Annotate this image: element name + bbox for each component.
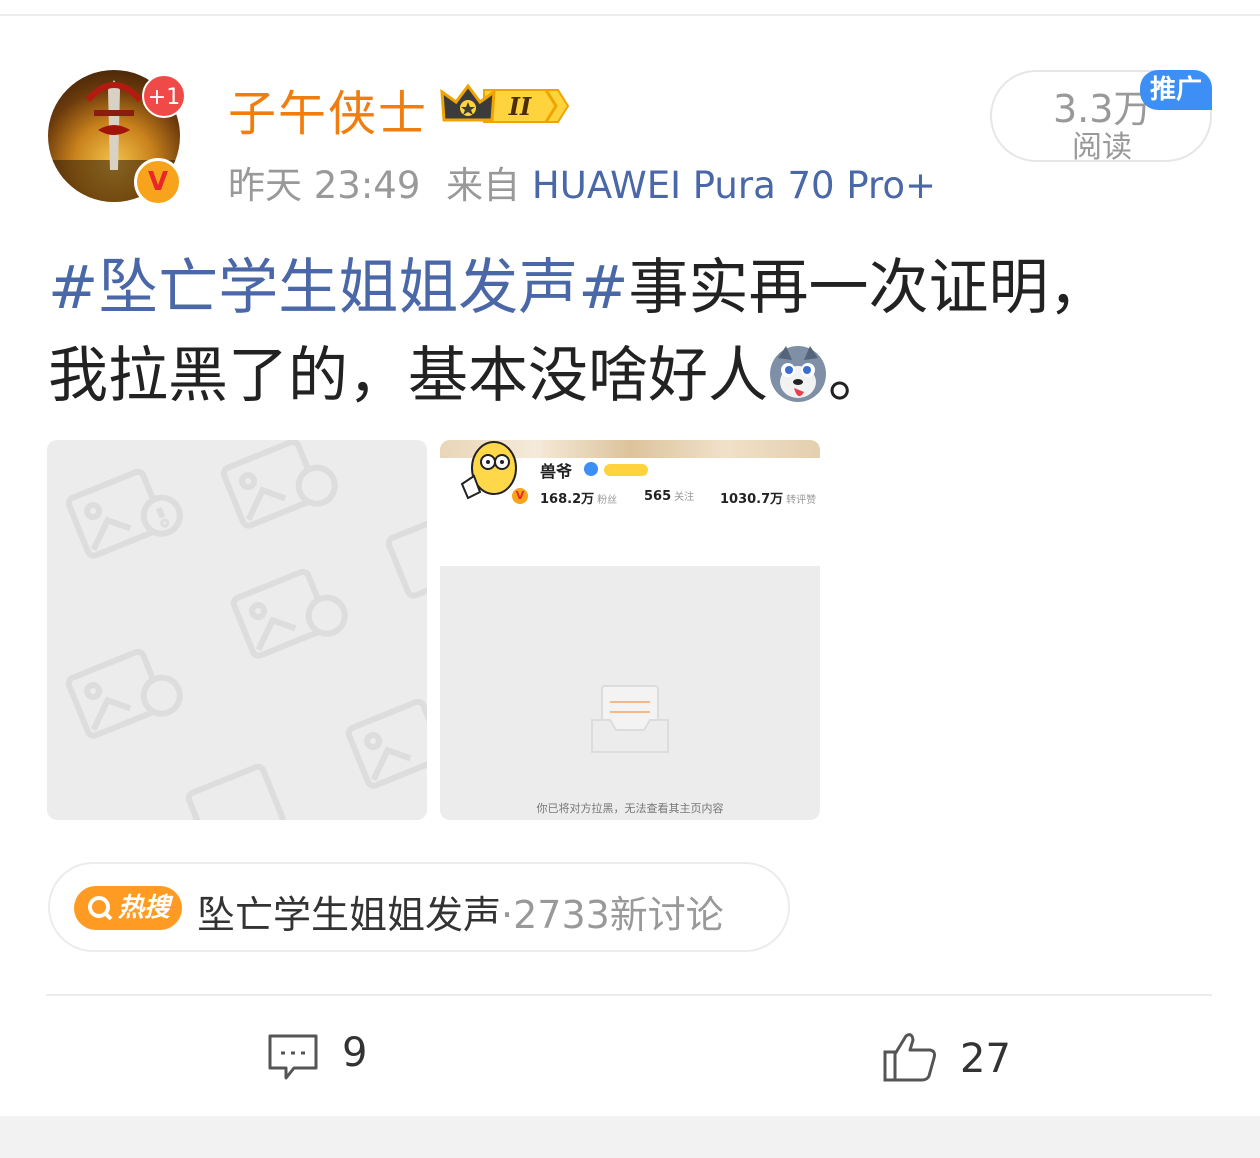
profile-vip-badge (604, 464, 648, 476)
empty-inbox-icon (591, 685, 669, 753)
profile-stat-followers: 168.2万 粉丝 (540, 492, 618, 507)
author-name[interactable]: 子午侠士 (228, 74, 428, 144)
hot-search-topic[interactable]: 坠亡学生姐姐发声·2733新讨论 (197, 884, 724, 939)
blocked-message: 你已将对方拉黑，无法查看其主页内容 (536, 802, 724, 815)
verified-badge-label: V (142, 166, 174, 198)
image-load-failed-icon (65, 440, 427, 820)
profile-stat-interactions: 1030.7万 转评赞 (720, 492, 817, 507)
hot-search-label: 热搜 (118, 893, 171, 923)
profile-verified-badge: V (510, 486, 530, 506)
post-end: 。 (828, 341, 888, 411)
promo-tag: 推广 (1140, 70, 1212, 110)
read-label: 阅读 (1072, 130, 1132, 165)
post-time: 昨天 23:49 (228, 164, 421, 207)
bottom-gap (0, 1116, 1260, 1158)
profile-header: V 兽爷 168.2万 粉丝 565 关注 1030.7万 转评赞 (440, 440, 820, 566)
post-meta: 昨天 23:49 来自 HUAWEI Pura 70 Pro+ (228, 155, 936, 209)
thumbs-up-icon[interactable] (882, 1030, 938, 1084)
hot-search-title: 坠亡学生姐姐发声 (197, 893, 502, 937)
level-label: II (508, 92, 532, 121)
hot-search-badge: 热搜 (74, 886, 182, 930)
action-divider (46, 994, 1212, 996)
profile-name: 兽爷 (540, 462, 573, 481)
husky-emoji-icon (770, 346, 826, 402)
post-image-1[interactable] (47, 440, 427, 820)
comment-icon[interactable] (266, 1032, 320, 1082)
profile-stat-following: 565 关注 (644, 489, 695, 504)
hot-search-count: ·2733新讨论 (501, 893, 724, 937)
source-prefix: 来自 (446, 164, 521, 207)
profile-verified-dot (584, 462, 598, 476)
top-divider (0, 14, 1260, 16)
crown-level-badge[interactable]: II (440, 82, 570, 130)
post-text: #坠亡学生姐姐发声#事实再一次证明，我拉黑了的，基本没啥好人 。 (48, 244, 1168, 420)
source-device[interactable]: HUAWEI Pura 70 Pro+ (532, 164, 936, 207)
post-image-2[interactable]: V 兽爷 168.2万 粉丝 565 关注 1030.7万 转评赞 你已将对方拉黑，无… (440, 440, 820, 820)
verified-badge: V (134, 158, 182, 206)
like-count[interactable]: 27 (960, 1036, 1011, 1082)
search-icon (86, 886, 114, 944)
notification-badge: +1 (142, 74, 186, 118)
comment-count[interactable]: 9 (342, 1030, 367, 1076)
topic-link[interactable]: #坠亡学生姐姐发声# (48, 253, 629, 323)
